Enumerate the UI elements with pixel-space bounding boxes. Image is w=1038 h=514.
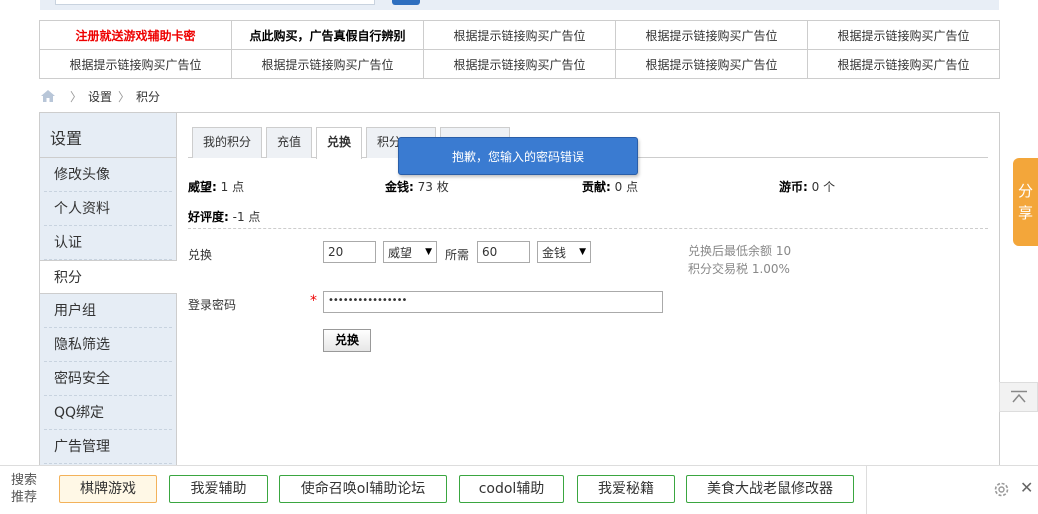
back-to-top-button[interactable] (999, 382, 1038, 412)
search-recommend-tag: 搜索 推荐 (8, 472, 40, 506)
password-label: 登录密码 (188, 298, 237, 312)
stat-value: 73 枚 (417, 179, 449, 194)
need-amount-input[interactable]: 60 (477, 241, 530, 263)
error-toast: 抱歉，您输入的密码错误 (398, 137, 638, 175)
credit-stats: 威望: 1 点 金钱: 73 枚 贡献: 0 点 游币: 0 个 好评度: -1… (188, 171, 988, 231)
sidebar-title: 设置 (40, 113, 176, 158)
close-icon[interactable]: ✕ (1020, 478, 1033, 497)
recommend-chip[interactable]: 我爱秘籍 (577, 475, 675, 503)
tag-line: 推荐 (10, 490, 37, 505)
sidebar-item-credits[interactable]: 积分 (40, 260, 177, 294)
ad-link[interactable]: 根据提示链接购买广告位 (423, 20, 616, 50)
sidebar-item-avatar[interactable]: 修改头像 (44, 158, 172, 192)
tab-exchange[interactable]: 兑换 (316, 127, 363, 159)
need-unit-select[interactable]: 金钱 ▼ (537, 241, 591, 263)
gear-icon[interactable] (993, 481, 1010, 498)
share-label: 享 (1017, 204, 1033, 222)
ad-link[interactable]: 根据提示链接购买广告位 (615, 20, 808, 50)
password-input[interactable]: •••••••••••••••• (323, 291, 663, 313)
ad-grid: 注册就送游戏辅助卡密 点此购买，广告真假自行辨别 根据提示链接购买广告位 根据提… (39, 20, 1000, 79)
top-search-button[interactable] (392, 0, 420, 5)
recommend-chip[interactable]: 我爱辅助 (169, 475, 268, 503)
exchange-unit-value: 威望 (388, 245, 413, 260)
section-divider (188, 228, 988, 229)
breadcrumb-item[interactable]: 设置 (88, 88, 112, 105)
ad-link[interactable]: 根据提示链接购买广告位 (423, 49, 616, 79)
ad-link[interactable]: 注册就送游戏辅助卡密 (39, 20, 232, 50)
stat-value: 1 点 (220, 179, 245, 194)
stat-label: 好评度: (188, 209, 229, 224)
tab-recharge[interactable]: 充值 (266, 127, 313, 158)
sidebar-item-privacy[interactable]: 隐私筛选 (44, 328, 172, 362)
recommend-chip[interactable]: 使命召唤ol辅助论坛 (279, 475, 447, 503)
share-label: 分 (1017, 182, 1033, 200)
top-search-input[interactable] (55, 0, 375, 5)
stat-label: 贡献: (582, 179, 611, 194)
chevron-down-icon: ▼ (579, 247, 586, 257)
need-label: 所需 (445, 248, 470, 262)
sidebar-item-ads[interactable]: 广告管理 (44, 430, 172, 464)
search-recommend-bar: 搜索 推荐 棋牌游戏 我爱辅助 使命召唤ol辅助论坛 codol辅助 我爱秘籍 … (0, 465, 1038, 514)
sidebar-item-password[interactable]: 密码安全 (44, 362, 172, 396)
min-balance-note: 兑换后最低余额 10 (688, 244, 792, 258)
exchange-submit-button[interactable]: 兑换 (323, 329, 371, 352)
ad-link[interactable]: 根据提示链接购买广告位 (615, 49, 808, 79)
breadcrumb: 〉 设置 〉 积分 (40, 88, 160, 104)
exchange-amount-input[interactable]: 20 (323, 241, 376, 263)
ad-link[interactable]: 根据提示链接购买广告位 (807, 49, 1000, 79)
stat-label: 威望: (188, 179, 217, 194)
ad-link[interactable]: 点此购买，广告真假自行辨别 (231, 20, 424, 50)
sidebar-item-usergroup[interactable]: 用户组 (44, 294, 172, 328)
ad-link[interactable]: 根据提示链接购买广告位 (807, 20, 1000, 50)
recommend-chip[interactable]: 棋牌游戏 (59, 475, 157, 503)
required-mark: * (310, 293, 317, 309)
sidebar-item-profile[interactable]: 个人资料 (44, 192, 172, 226)
tab-my-credits[interactable]: 我的积分 (192, 127, 263, 158)
tag-line: 搜索 (10, 473, 37, 488)
sidebar-item-verify[interactable]: 认证 (44, 226, 172, 260)
sidebar: 设置 修改头像 个人资料 认证 积分 用户组 隐私筛选 密码安全 QQ绑定 广告… (40, 113, 177, 473)
exchange-label: 兑换 (188, 248, 213, 262)
recommend-chip[interactable]: codol辅助 (459, 475, 564, 503)
recommend-chip[interactable]: 美食大战老鼠修改器 (686, 475, 854, 503)
share-button[interactable]: 分 享 (1013, 158, 1038, 246)
arrow-up-icon (1010, 390, 1027, 403)
stat-value: 0 点 (614, 179, 639, 194)
breadcrumb-item: 积分 (136, 89, 161, 104)
home-icon[interactable] (40, 89, 56, 103)
chevron-down-icon: ▼ (425, 247, 432, 257)
breadcrumb-separator: 〉 (118, 89, 131, 104)
stat-label: 金钱: (385, 179, 414, 194)
tax-note: 积分交易税 1.00% (688, 262, 790, 276)
stat-value: 0 个 (811, 179, 836, 194)
need-unit-value: 金钱 (542, 245, 567, 260)
sidebar-item-qq[interactable]: QQ绑定 (44, 396, 172, 430)
exchange-unit-select[interactable]: 威望 ▼ (383, 241, 437, 263)
exchange-note: 兑换后最低余额 10 积分交易税 1.00% (688, 242, 791, 278)
stat-label: 游币: (779, 179, 808, 194)
top-search-strip (40, 0, 999, 10)
bar-divider (866, 466, 867, 514)
breadcrumb-separator: 〉 (70, 89, 83, 104)
ad-link[interactable]: 根据提示链接购买广告位 (39, 49, 232, 79)
ad-link[interactable]: 根据提示链接购买广告位 (231, 49, 424, 79)
stat-value: -1 点 (232, 209, 261, 224)
